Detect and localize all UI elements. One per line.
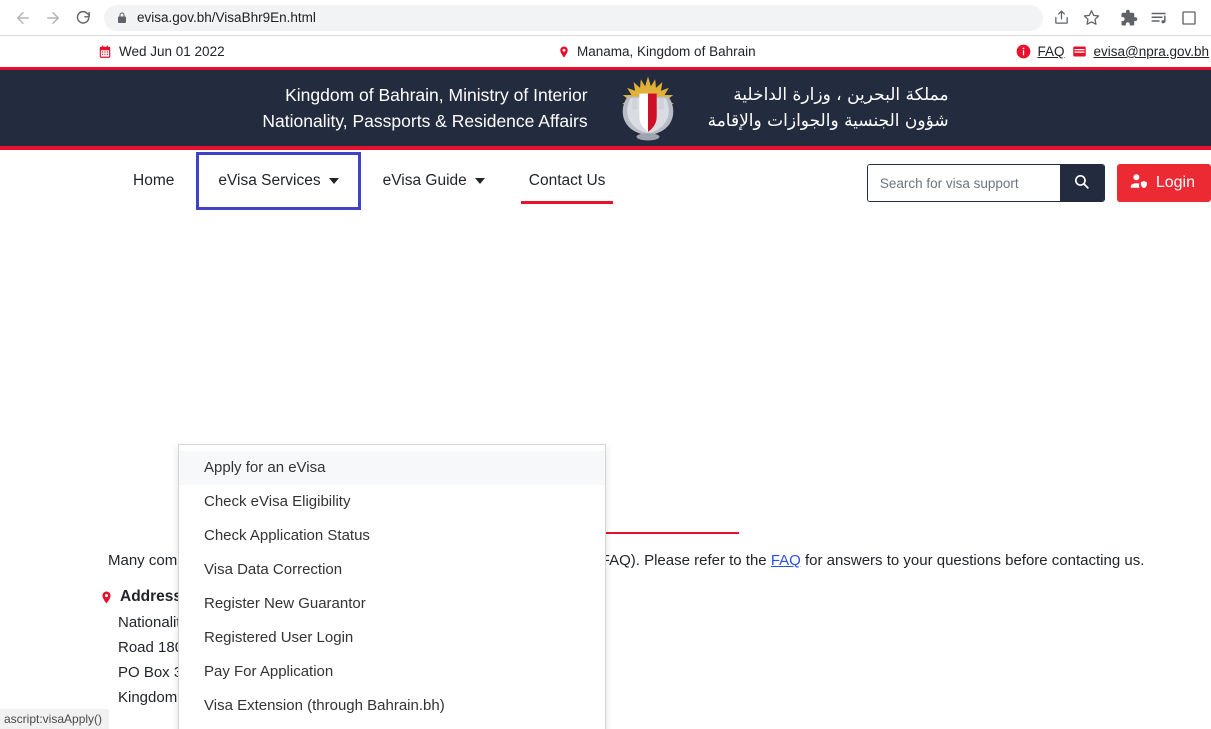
evisa-services-dropdown: Apply for an eVisa Check eVisa Eligibili… — [178, 444, 606, 729]
mail-icon — [1072, 44, 1087, 59]
header-arabic-line1: مملكة البحرين ، وزارة الداخلية — [733, 85, 949, 105]
header-arabic-title: مملكة البحرين ، وزارة الداخلية شؤون الجن… — [708, 82, 949, 134]
search-button[interactable] — [1059, 165, 1104, 201]
nav-item-home-label: Home — [133, 172, 175, 189]
reload-icon[interactable] — [68, 3, 98, 33]
current-date: Wed Jun 01 2022 — [98, 44, 225, 59]
intro-text-after: for answers to your questions before con… — [800, 552, 1145, 569]
date-text: Wed Jun 01 2022 — [119, 44, 225, 59]
dropdown-item-visa-cancellation[interactable]: Visa Cancellation (through Bahrain.bh) — [179, 723, 605, 729]
reading-list-icon[interactable] — [1145, 4, 1173, 32]
faq-link[interactable]: FAQ — [1037, 44, 1064, 59]
url-text: evisa.gov.bh/VisaBhr9En.html — [137, 10, 316, 25]
dropdown-item-check-evisa-eligibility[interactable]: Check eVisa Eligibility — [179, 485, 605, 519]
location-text: Manama, Kingdom of Bahrain — [577, 44, 756, 59]
main-navbar: Home eVisa Services eVisa Guide Contact … — [0, 150, 1211, 212]
chevron-down-icon — [328, 178, 339, 184]
info-strip-links: FAQ evisa@npra.gov.bh — [1016, 44, 1209, 59]
header-english-line1: Kingdom of Bahrain, Ministry of Interior — [285, 85, 588, 105]
user-shield-icon — [1130, 172, 1148, 195]
navbar-right-tools: Login — [866, 164, 1211, 202]
profile-icon[interactable] — [1175, 4, 1203, 32]
bahrain-coat-of-arms-icon — [621, 76, 674, 141]
dropdown-item-registered-user-login[interactable]: Registered User Login — [179, 621, 605, 655]
site-info-strip: Wed Jun 01 2022 Manama, Kingdom of Bahra… — [0, 36, 1211, 70]
site-header-band: Kingdom of Bahrain, Ministry of Interior… — [0, 70, 1211, 150]
header-english-line2: Nationality, Passports & Residence Affai… — [262, 111, 588, 131]
dropdown-item-visa-data-correction[interactable]: Visa Data Correction — [179, 553, 605, 587]
nav-item-contact-us[interactable]: Contact Us — [507, 150, 628, 212]
search-input[interactable] — [867, 165, 1060, 201]
nav-item-evisa-services-label: eVisa Services — [218, 172, 321, 189]
browser-status-bubble: ascript:visaApply() — [0, 709, 110, 729]
map-pin-icon — [558, 44, 570, 60]
puzzle-icon[interactable] — [1115, 4, 1143, 32]
nav-item-contact-us-label: Contact Us — [528, 172, 606, 189]
share-icon[interactable] — [1047, 4, 1075, 32]
page-content: Contact us Many common questions are cov… — [0, 212, 1211, 729]
back-arrow-icon[interactable] — [8, 3, 38, 33]
address-bar[interactable]: evisa.gov.bh/VisaBhr9En.html — [104, 4, 1043, 31]
calendar-icon — [98, 45, 112, 59]
lock-icon — [116, 12, 128, 24]
info-circle-icon — [1016, 44, 1031, 59]
dropdown-item-register-new-guarantor[interactable]: Register New Guarantor — [179, 587, 605, 621]
browser-toolbar: evisa.gov.bh/VisaBhr9En.html — [0, 0, 1211, 36]
nav-item-evisa-guide-label: eVisa Guide — [382, 172, 467, 189]
star-icon[interactable] — [1077, 4, 1105, 32]
search-box[interactable] — [866, 164, 1105, 202]
login-button-label: Login — [1155, 174, 1195, 191]
header-english-title: Kingdom of Bahrain, Ministry of Interior… — [262, 82, 587, 134]
location-info: Manama, Kingdom of Bahrain — [558, 44, 756, 60]
dropdown-item-check-application-status[interactable]: Check Application Status — [179, 519, 605, 553]
nav-item-home[interactable]: Home — [111, 150, 196, 212]
dropdown-item-apply-for-an-evisa[interactable]: Apply for an eVisa — [179, 451, 605, 485]
nav-item-evisa-guide[interactable]: eVisa Guide — [361, 150, 507, 212]
address-label: Address — [120, 588, 183, 605]
dropdown-item-pay-for-application[interactable]: Pay For Application — [179, 655, 605, 689]
map-pin-icon — [100, 589, 113, 606]
dropdown-item-visa-extension[interactable]: Visa Extension (through Bahrain.bh) — [179, 689, 605, 723]
login-button[interactable]: Login — [1116, 164, 1211, 202]
header-arabic-line2: شؤون الجنسية والجوازات والإقامة — [707, 111, 949, 131]
contact-email-link[interactable]: evisa@npra.gov.bh — [1093, 44, 1209, 59]
forward-arrow-icon[interactable] — [38, 3, 68, 33]
search-icon — [1073, 173, 1090, 193]
faq-inline-link[interactable]: FAQ — [771, 552, 801, 569]
chevron-down-icon — [474, 178, 485, 184]
nav-item-evisa-services[interactable]: eVisa Services — [196, 152, 361, 210]
